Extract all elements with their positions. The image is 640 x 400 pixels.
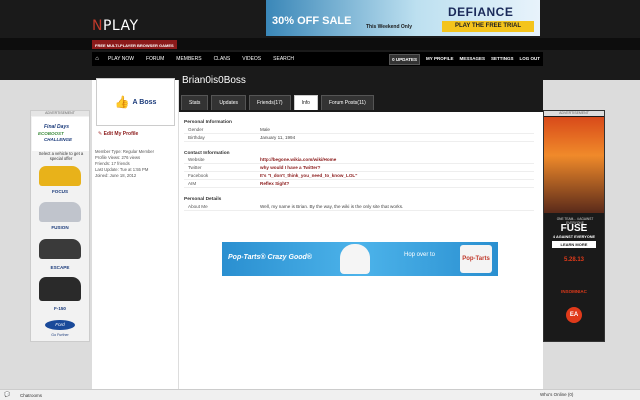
tab-info[interactable]: Info [293,95,318,110]
main-navbar: ⌂ PLAY NOW FORUM MEMBERS CLANS VIDEOS SE… [92,52,543,66]
nav-play-now[interactable]: PLAY NOW [102,52,140,66]
thumbs-up-icon: 👍 [114,95,130,109]
chatrooms-button[interactable]: Chatrooms [20,393,42,398]
profile-meta: Member Type: Regular Member Profile View… [95,149,177,179]
info-row: Website http://begone.wikia.com/wiki/Home [184,157,534,165]
car-label[interactable]: FOCUS [31,189,89,194]
car-label[interactable]: FUSION [31,225,89,230]
banner-cta-button[interactable]: PLAY THE FREE TRIAL [442,21,534,32]
tab-friends[interactable]: Friends(17) [249,95,291,110]
nav-clans[interactable]: CLANS [208,52,237,66]
fuse-art-image [544,117,604,213]
nav-my-profile[interactable]: MY PROFILE [423,52,456,66]
banner-title: DEFIANCE [448,5,514,19]
fuse-date: 5.28.13 [563,257,585,263]
top-header: NPLAY FREE MULTI-PLAYER BROWSER GAMES 30… [0,0,640,80]
whos-online-button[interactable]: Who's Online (0) [540,392,573,397]
site-tagline: FREE MULTI-PLAYER BROWSER GAMES [92,40,177,49]
nav-videos[interactable]: VIDEOS [236,52,267,66]
fuse-title: FUSE [560,223,588,234]
updates-badge[interactable]: 0 UPDATES [389,53,421,65]
nav-forum[interactable]: FORUM [140,52,170,66]
aim-link[interactable]: Reflex Sight? [260,181,289,186]
info-panel: Personal Information Gender Male Birthday… [184,120,534,211]
nav-members[interactable]: MEMBERS [170,52,207,66]
info-row: Gender Male [184,126,534,134]
facebook-link[interactable]: It's "I_don't_think_you_need_to_know_LOL… [260,173,357,178]
insomniac-logo: INSOMNIAC [561,289,587,294]
poptarts-banner-ad[interactable]: Pop-Tarts® Crazy Good® Hop over to Pop-T… [222,242,498,276]
ad-label: ADVERTISEMENT [31,111,89,116]
car-focus-image[interactable] [39,166,81,186]
nav-log-out[interactable]: LOG OUT [517,52,544,66]
ford-tagline: Go Further [51,333,69,337]
poptarts-hop-text: Hop over to [404,252,436,258]
ea-logo: EA [566,307,582,323]
learn-more-button[interactable]: LEARN MORE [552,241,596,248]
tab-updates[interactable]: Updates [211,95,247,110]
fuse-sub: 4 AGAINST EVERYONE [552,235,596,239]
website-link[interactable]: http://begone.wikia.com/wiki/Home [260,157,336,162]
edit-profile-link[interactable]: ✎ Edit My Profile [98,131,138,137]
info-row: Facebook It's "I_don't_think_you_need_to_… [184,172,534,180]
llama-image [340,244,370,274]
twitter-link[interactable]: why would I have a Twitter? [260,165,320,170]
tab-stats[interactable]: Stats [181,95,209,110]
nav-settings[interactable]: SETTINGS [488,52,517,66]
ford-select-text: Select a vehicle to get a special offer [38,151,84,161]
tab-forum-posts[interactable]: Forum Posts(11) [320,95,374,110]
car-f150-image[interactable] [39,277,81,301]
profile-header: Brian0is0Boss Stats Updates Friends(17) … [179,75,543,112]
home-icon[interactable]: ⌂ [92,52,102,66]
banner-sale-pct: 30% OFF SALE [272,15,352,27]
profile-tabs: Stats Updates Friends(17) Info Forum Pos… [181,95,377,110]
banner-ad-top[interactable]: 30% OFF SALE This Weekend Only DEFIANCE … [266,0,540,36]
meta-joined: Joined: June 18, 2012 [95,173,137,178]
ford-logo: Ford [45,320,75,330]
right-ad[interactable]: ADVERTISEMENT ONE TEAM... 4 AGAINST EVER… [543,110,605,342]
left-ad[interactable]: ADVERTISEMENT Final Days ECOBOOST CHALLE… [30,110,90,342]
nav-messages[interactable]: MESSAGES [456,52,488,66]
nav-search[interactable]: SEARCH [267,52,300,66]
profile-username: Brian0is0Boss [182,75,246,86]
poptarts-slogan: Pop-Tarts® Crazy Good® [228,254,312,261]
banner-sale-text: This Weekend Only [366,24,413,30]
ford-ad-header: Final Days ECOBOOST CHALLENGE [32,117,89,151]
car-escape-image[interactable] [39,239,81,259]
car-label[interactable]: F-150 [31,306,89,311]
avatar[interactable]: 👍 A Boss [96,78,175,126]
car-label[interactable]: ESCAPE [31,265,89,270]
info-row: AIM Reflex Sight? [184,180,534,188]
avatar-text: A Boss [132,98,157,106]
info-row: About Me Well, my name is Brian. By the w… [184,203,534,211]
poptarts-box-image: Pop-Tarts [460,245,492,273]
info-row: Twitter why would I have a Twitter? [184,164,534,173]
profile-sidebar: 👍 A Boss ✎ Edit My Profile Member Type: … [92,78,179,400]
chat-icon: 💬 [4,392,11,398]
ad-label: ADVERTISEMENT [544,111,604,116]
info-row: Birthday January 11, 1994 [184,134,534,142]
profile-content: 👍 A Boss ✎ Edit My Profile Member Type: … [92,75,543,400]
car-fusion-image[interactable] [39,202,81,222]
site-logo[interactable]: NPLAY [92,18,139,34]
bottom-bar: 💬 Chatrooms Who's Online (0) [0,389,640,400]
